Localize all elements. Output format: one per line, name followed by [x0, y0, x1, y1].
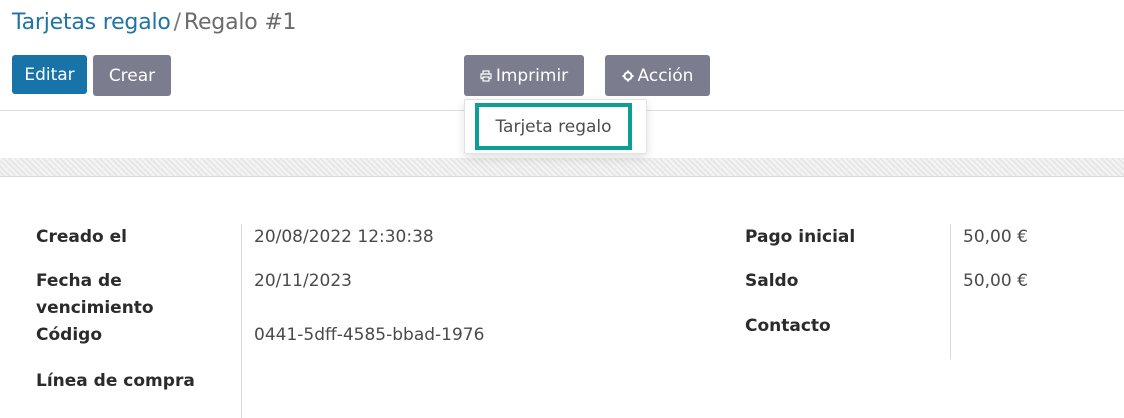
field-value-fecha-vencimiento: 20/11/2023	[254, 271, 352, 291]
breadcrumb: Tarjetas regalo / Regalo #1	[12, 10, 297, 35]
edit-button-label: Editar	[24, 64, 75, 85]
print-icon	[480, 69, 492, 82]
field-label-codigo: Código	[36, 325, 102, 345]
field-label-linea-compra: Línea de compra	[36, 371, 195, 391]
field-value-creado-el: 20/08/2022 12:30:38	[254, 227, 434, 247]
create-button[interactable]: Crear	[93, 55, 171, 96]
print-button[interactable]: Imprimir	[464, 55, 584, 96]
gear-icon	[622, 70, 634, 81]
left-column-separator	[241, 224, 242, 418]
right-column-separator	[950, 224, 951, 359]
field-label-creado-el: Creado el	[36, 227, 127, 247]
breadcrumb-parent-link[interactable]: Tarjetas regalo	[12, 10, 171, 35]
field-label-saldo: Saldo	[745, 271, 799, 291]
action-button-label: Acción	[637, 65, 694, 86]
field-label-pago-inicial: Pago inicial	[745, 227, 856, 247]
print-dropdown-menu: Tarjeta regalo	[464, 99, 647, 154]
edit-button[interactable]: Editar	[12, 55, 87, 94]
menu-item-tarjeta-regalo[interactable]: Tarjeta regalo	[475, 103, 632, 150]
action-button[interactable]: Acción	[605, 55, 710, 96]
field-value-codigo: 0441-5dff-4585-bbad-1976	[254, 325, 485, 345]
menu-item-label: Tarjeta regalo	[495, 116, 612, 137]
breadcrumb-separator: /	[173, 10, 181, 35]
field-label-contacto: Contacto	[745, 316, 831, 336]
field-value-pago-inicial: 50,00 €	[963, 227, 1028, 247]
create-button-label: Crear	[108, 65, 156, 86]
breadcrumb-current: Regalo #1	[183, 10, 297, 35]
form-sheet-top-band	[0, 158, 1124, 177]
field-value-saldo: 50,00 €	[963, 271, 1028, 291]
print-button-label: Imprimir	[495, 65, 569, 86]
field-label-fecha-vencimiento: Fecha de vencimiento	[36, 271, 154, 318]
